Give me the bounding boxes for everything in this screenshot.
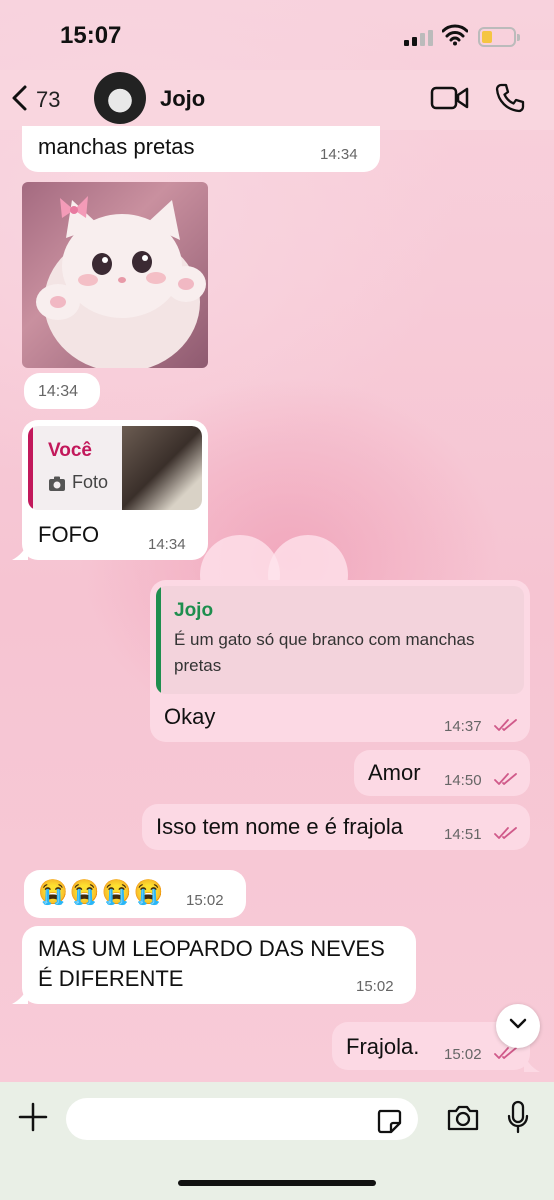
message-bubble-incoming[interactable]: manchas pretas 14:34 (22, 126, 380, 172)
chevron-down-icon (508, 1017, 528, 1035)
message-time: 14:51 (444, 826, 482, 843)
quoted-photo-thumbnail (122, 426, 202, 510)
quoted-author: Você (48, 440, 93, 461)
microphone-icon[interactable] (506, 1100, 530, 1139)
message-time-badge: 14:34 (24, 373, 100, 409)
scroll-to-bottom-button[interactable] (496, 1004, 540, 1048)
camera-icon (48, 476, 66, 497)
signal-icon (404, 30, 434, 51)
camera-icon[interactable] (446, 1104, 480, 1137)
status-bar: 15:07 (0, 0, 554, 70)
message-text: Isso tem nome e é frajola (156, 814, 404, 839)
message-time: 15:02 (356, 978, 394, 995)
wifi-icon (441, 24, 469, 51)
bubble-tail (12, 544, 28, 560)
message-text: MAS UM LEOPARDO DAS NEVES (38, 936, 385, 961)
message-time: 14:50 (444, 772, 482, 789)
quote-accent-bar (28, 426, 33, 510)
read-receipt-icon (494, 1046, 518, 1065)
message-text: Frajola. (346, 1034, 420, 1059)
status-time: 15:07 (60, 22, 122, 49)
contact-name[interactable]: Jojo (160, 86, 205, 112)
bubble-tail (524, 1056, 540, 1072)
quoted-message[interactable]: Você Foto (28, 426, 202, 510)
message-time: 14:34 (320, 146, 358, 163)
message-time: 15:02 (444, 1046, 482, 1063)
read-receipt-icon (494, 772, 518, 791)
message-time: 14:34 (38, 383, 79, 400)
message-bubble-outgoing[interactable]: Isso tem nome e é frajola 14:51 (142, 804, 530, 850)
message-text: FOFO (38, 522, 100, 547)
read-receipt-icon (494, 826, 518, 845)
message-text: É DIFERENTE (38, 966, 184, 991)
quote-accent-bar (156, 586, 161, 694)
video-call-icon[interactable] (430, 84, 470, 117)
quoted-author: Jojo (174, 600, 214, 621)
chat-header: 73 Jojo (0, 70, 554, 130)
quoted-text: pretas (174, 656, 222, 675)
bubble-tail (12, 988, 28, 1004)
message-bubble-incoming[interactable]: Você Foto FOFO 14:34 (22, 420, 208, 560)
home-indicator (178, 1180, 376, 1186)
message-text: manchas pretas (38, 134, 195, 159)
unread-count: 73 (36, 87, 61, 112)
message-bubble-outgoing[interactable]: Amor 14:50 (354, 750, 530, 796)
quoted-media-label: Foto (72, 472, 109, 492)
plus-icon[interactable] (16, 1100, 50, 1139)
battery-icon (478, 27, 520, 47)
message-text: Amor (368, 760, 421, 785)
message-time: 14:34 (148, 536, 186, 553)
sticker-icon[interactable] (376, 1108, 402, 1139)
message-text: 😭😭😭😭 (38, 879, 166, 906)
message-text: Okay (164, 704, 216, 729)
phone-call-icon[interactable] (494, 82, 526, 119)
read-receipt-icon (494, 718, 518, 737)
message-bubble-incoming[interactable]: MAS UM LEOPARDO DAS NEVES É DIFERENTE 15… (22, 926, 416, 1004)
avatar[interactable] (94, 72, 146, 124)
message-time: 15:02 (186, 892, 224, 909)
kitten-photo[interactable] (22, 182, 208, 368)
message-input[interactable] (66, 1098, 418, 1140)
message-bubble-incoming[interactable]: 😭😭😭😭 15:02 (24, 870, 246, 918)
message-time: 14:37 (444, 718, 482, 735)
quoted-text: É um gato só que branco com manchas (174, 630, 475, 649)
message-bubble-outgoing[interactable]: Jojo É um gato só que branco com manchas… (150, 580, 530, 742)
chevron-left-icon (10, 84, 30, 117)
back-button[interactable]: 73 (10, 80, 60, 120)
quoted-message[interactable]: Jojo É um gato só que branco com manchas… (156, 586, 524, 694)
